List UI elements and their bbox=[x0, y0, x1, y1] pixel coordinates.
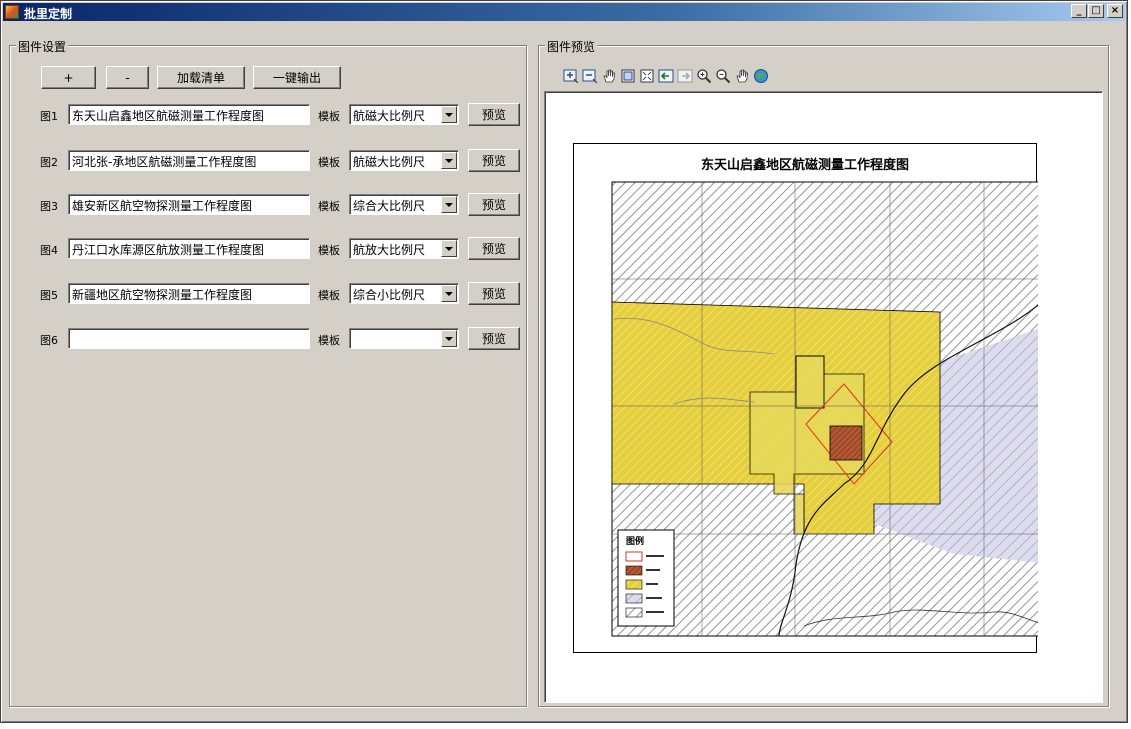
template-label: 模板 bbox=[318, 200, 340, 213]
template-label: 模板 bbox=[318, 110, 340, 123]
template-select[interactable]: 综合小比例尺 bbox=[349, 283, 459, 304]
template-label: 模板 bbox=[318, 334, 340, 347]
map-preview-group: 图件预览 东天山启鑫地区航磁测量工作程度图 图例 bbox=[538, 38, 1109, 707]
chevron-down-icon[interactable] bbox=[441, 152, 457, 169]
row-label: 图3 bbox=[40, 200, 58, 213]
template-select-value: 航磁大比例尺 bbox=[353, 109, 426, 123]
remove-row-button[interactable]: - bbox=[106, 66, 149, 89]
template-label: 模板 bbox=[318, 156, 340, 169]
chevron-down-icon[interactable] bbox=[441, 285, 457, 302]
template-select[interactable]: 航磁大比例尺 bbox=[349, 150, 459, 171]
preview-button[interactable]: 预览 bbox=[468, 237, 520, 260]
chevron-down-icon[interactable] bbox=[441, 106, 457, 123]
fit-page-icon[interactable] bbox=[639, 68, 655, 84]
zoom-in-fixed-icon[interactable] bbox=[563, 68, 579, 84]
map-preview-legend: 图件预览 bbox=[545, 38, 598, 55]
template-select[interactable] bbox=[349, 328, 459, 349]
map-name-input[interactable]: 河北张-承地区航磁测量工作程度图 bbox=[68, 150, 310, 171]
map-name-input[interactable]: 东天山启鑫地区航磁测量工作程度图 bbox=[68, 104, 310, 125]
map-legend-title: 图例 bbox=[626, 535, 644, 547]
window-title: 批里定制 bbox=[24, 7, 73, 21]
add-row-button[interactable]: + bbox=[41, 66, 96, 89]
map-page: 东天山启鑫地区航磁测量工作程度图 图例 bbox=[573, 143, 1038, 653]
map-name-input[interactable] bbox=[68, 328, 310, 349]
map-toolbar bbox=[563, 68, 769, 84]
row-label: 图1 bbox=[40, 110, 58, 123]
maximize-button[interactable]: □ bbox=[1088, 4, 1104, 18]
row-label: 图5 bbox=[40, 289, 58, 302]
row-label: 图2 bbox=[40, 156, 58, 169]
close-button[interactable]: × bbox=[1107, 4, 1123, 18]
row-label: 图4 bbox=[40, 244, 58, 257]
template-select-value: 综合大比例尺 bbox=[353, 199, 426, 213]
load-list-button[interactable]: 加载清单 bbox=[157, 66, 245, 89]
template-select-value: 航磁大比例尺 bbox=[353, 155, 426, 169]
template-select[interactable]: 航磁大比例尺 bbox=[349, 104, 459, 125]
zoom-out-icon[interactable] bbox=[715, 68, 731, 84]
export-all-button[interactable]: 一键输出 bbox=[253, 66, 341, 89]
template-select-value: 航放大比例尺 bbox=[353, 243, 426, 257]
forward-extent-icon[interactable] bbox=[677, 68, 693, 84]
preview-button[interactable]: 预览 bbox=[468, 103, 520, 126]
map-preview-canvas[interactable]: 东天山启鑫地区航磁测量工作程度图 图例 bbox=[544, 91, 1103, 703]
pan-hand-icon[interactable] bbox=[601, 68, 617, 84]
title-bar[interactable]: 批里定制 _ □ × bbox=[3, 3, 1125, 21]
app-icon bbox=[5, 5, 19, 19]
preview-button[interactable]: 预览 bbox=[468, 327, 520, 350]
minimize-button[interactable]: _ bbox=[1071, 4, 1087, 18]
template-label: 模板 bbox=[318, 289, 340, 302]
map-drawing: 图例 bbox=[611, 181, 1038, 637]
preview-button[interactable]: 预览 bbox=[468, 193, 520, 216]
template-select[interactable]: 航放大比例尺 bbox=[349, 238, 459, 259]
map-name-input[interactable]: 丹江口水库源区航放测量工作程度图 bbox=[68, 238, 310, 259]
zoom-in-icon[interactable] bbox=[696, 68, 712, 84]
map-settings-group: 图件设置 + - 加载清单 一键输出 图1 东天山启鑫地区航磁测量工作程度图 模… bbox=[9, 38, 527, 707]
chevron-down-icon[interactable] bbox=[441, 240, 457, 257]
preview-button[interactable]: 预览 bbox=[468, 149, 520, 172]
map-name-input[interactable]: 雄安新区航空物探测量工作程度图 bbox=[68, 194, 310, 215]
template-select-value: 综合小比例尺 bbox=[353, 288, 426, 302]
chevron-down-icon[interactable] bbox=[441, 330, 457, 347]
row-label: 图6 bbox=[40, 334, 58, 347]
map-name-input[interactable]: 新疆地区航空物探测量工作程度图 bbox=[68, 283, 310, 304]
pan-icon[interactable] bbox=[734, 68, 750, 84]
globe-icon[interactable] bbox=[753, 68, 769, 84]
back-extent-icon[interactable] bbox=[658, 68, 674, 84]
preview-button[interactable]: 预览 bbox=[468, 282, 520, 305]
zoom-out-fixed-icon[interactable] bbox=[582, 68, 598, 84]
template-label: 模板 bbox=[318, 244, 340, 257]
main-window: 批里定制 _ □ × 图件设置 + - 加载清单 一键输出 图1 东天山启鑫地区… bbox=[0, 0, 1128, 723]
chevron-down-icon[interactable] bbox=[441, 196, 457, 213]
template-select[interactable]: 综合大比例尺 bbox=[349, 194, 459, 215]
full-extent-icon[interactable] bbox=[620, 68, 636, 84]
map-settings-legend: 图件设置 bbox=[16, 38, 69, 55]
